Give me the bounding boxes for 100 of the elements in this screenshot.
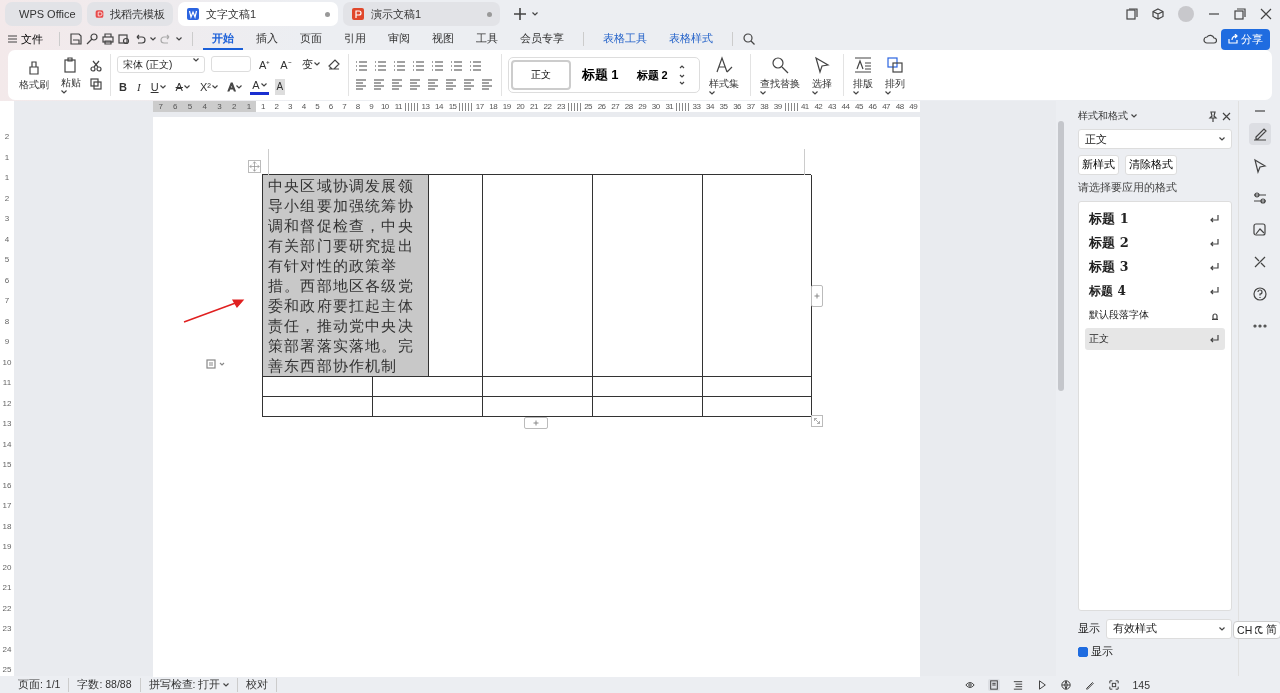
ribbon-tab[interactable]: 工具 bbox=[467, 28, 507, 50]
print-preview-icon[interactable] bbox=[118, 33, 130, 45]
font-style-button[interactable]: A bbox=[173, 78, 192, 95]
style-option[interactable]: 标题 2 bbox=[629, 60, 675, 90]
font-style-button[interactable]: U bbox=[148, 78, 168, 95]
ribbon-tab[interactable]: 视图 bbox=[423, 28, 463, 50]
style-item[interactable]: 默认段落字体 bbox=[1085, 304, 1226, 326]
restore-icon[interactable] bbox=[1234, 8, 1246, 20]
font-style-button[interactable]: A bbox=[250, 78, 269, 95]
outline-view-icon[interactable] bbox=[1012, 678, 1025, 691]
ribbon-tab[interactable]: 审阅 bbox=[379, 28, 419, 50]
font-button[interactable]: 变 bbox=[299, 56, 322, 72]
pen-icon[interactable] bbox=[1251, 126, 1268, 142]
numbered-list-icon[interactable] bbox=[373, 60, 387, 72]
find-replace-button[interactable]: 查找替换 bbox=[756, 55, 803, 95]
style-item[interactable]: 标题 1 bbox=[1085, 208, 1226, 230]
style-option[interactable]: 标题 1 bbox=[574, 60, 626, 90]
document-tab[interactable]: 文字文稿1 bbox=[178, 2, 338, 26]
window-icon[interactable] bbox=[1126, 8, 1138, 20]
print-icon[interactable] bbox=[102, 33, 114, 45]
pin-icon[interactable] bbox=[1207, 110, 1219, 122]
search-icon[interactable] bbox=[743, 33, 755, 45]
help-icon[interactable] bbox=[1251, 286, 1268, 302]
share-button[interactable]: 分享 bbox=[1221, 28, 1270, 50]
link-icon[interactable] bbox=[86, 33, 98, 45]
column-marker[interactable] bbox=[784, 102, 799, 111]
font-button[interactable]: A⁺ bbox=[257, 56, 273, 72]
input-method-badge[interactable]: CH 简 bbox=[1233, 621, 1280, 639]
ribbon-tab[interactable]: 引用 bbox=[335, 28, 375, 50]
close-icon[interactable] bbox=[1221, 110, 1233, 122]
select-button[interactable]: 选择 bbox=[808, 55, 835, 95]
ribbon-tab[interactable]: 表格样式 bbox=[660, 28, 722, 50]
table-cell[interactable] bbox=[483, 175, 593, 377]
scrollbar-thumb[interactable] bbox=[1058, 121, 1065, 391]
file-menu[interactable]: 文件 bbox=[8, 31, 49, 47]
document-tab[interactable]: 找稻壳模板 bbox=[87, 2, 173, 26]
border-icon[interactable] bbox=[468, 60, 482, 72]
cursor-icon[interactable] bbox=[1251, 158, 1268, 174]
eraser-icon[interactable] bbox=[327, 58, 340, 70]
style-dropdown[interactable]: 正文 bbox=[1078, 129, 1233, 149]
border-icon[interactable] bbox=[480, 78, 493, 90]
table-cell[interactable] bbox=[373, 377, 483, 397]
font-style-button[interactable]: A bbox=[274, 78, 286, 95]
fit-screen-icon[interactable] bbox=[1108, 678, 1121, 691]
table-cell[interactable] bbox=[263, 397, 373, 417]
font-style-button[interactable]: A bbox=[225, 78, 245, 95]
column-marker[interactable] bbox=[405, 102, 419, 111]
table-cell[interactable] bbox=[593, 377, 703, 397]
table-cell[interactable] bbox=[703, 397, 812, 417]
table-cell[interactable] bbox=[429, 175, 483, 377]
undo-icon[interactable] bbox=[134, 33, 146, 45]
font-style-button[interactable]: X² bbox=[197, 78, 220, 95]
ribbon-tab[interactable]: 表格工具 bbox=[594, 28, 656, 50]
document-tab[interactable]: WPS Office bbox=[5, 2, 82, 26]
panel-button[interactable]: 清除格式 bbox=[1125, 155, 1178, 175]
checkbox[interactable] bbox=[1078, 647, 1089, 657]
close-dot-icon[interactable] bbox=[487, 11, 492, 17]
align-center-icon[interactable] bbox=[372, 78, 385, 90]
indent-icon[interactable] bbox=[411, 60, 425, 72]
style-item[interactable]: 标题 2 bbox=[1085, 232, 1226, 254]
font-button[interactable]: A⁻ bbox=[278, 56, 294, 72]
column-marker[interactable] bbox=[459, 102, 473, 111]
image-icon[interactable] bbox=[1251, 222, 1268, 238]
table-cell[interactable] bbox=[263, 377, 373, 397]
document-tab[interactable]: 演示文稿1 bbox=[343, 2, 500, 26]
close-dot-icon[interactable] bbox=[325, 11, 330, 17]
panel-button[interactable]: 新样式 bbox=[1078, 155, 1120, 175]
distribute-icon[interactable] bbox=[426, 78, 439, 90]
text-direction-icon[interactable] bbox=[430, 60, 444, 72]
layout-button[interactable]: 排版 bbox=[849, 55, 876, 95]
fill-icon[interactable] bbox=[462, 78, 475, 90]
add-icon[interactable] bbox=[513, 7, 527, 21]
table-cell[interactable] bbox=[373, 397, 483, 417]
ribbon-tab[interactable]: 插入 bbox=[247, 28, 287, 50]
minimize-icon[interactable] bbox=[1253, 109, 1266, 113]
scissors-icon[interactable] bbox=[90, 60, 102, 72]
show-dropdown[interactable]: 有效样式 bbox=[1106, 619, 1233, 639]
table-cell[interactable] bbox=[593, 175, 703, 377]
spell-check-toggle[interactable]: 拼写检查: 打开 bbox=[140, 677, 239, 692]
align-right-icon[interactable] bbox=[390, 78, 403, 90]
table-cell[interactable] bbox=[703, 377, 812, 397]
globe-icon[interactable] bbox=[1060, 678, 1073, 691]
format-painter-button[interactable]: 格式刷 bbox=[16, 58, 52, 92]
style-option[interactable]: 正文 bbox=[510, 60, 571, 90]
table-cell[interactable]: 中央区域协调发展领导小组要加强统筹协调和督促检查，中央有关部门要研究提出有针对性的政策举措。西部地区各级党委和政府要扛起主体责任，推动党中央决策部署落实落地。完善东西部协作机制 bbox=[263, 175, 429, 377]
font-name-field[interactable]: 宋体 (正文) bbox=[117, 55, 205, 73]
sort-icon[interactable] bbox=[449, 60, 463, 72]
cloud-icon[interactable] bbox=[1203, 33, 1217, 45]
bullet-list-icon[interactable] bbox=[354, 60, 368, 72]
align-left-icon[interactable] bbox=[354, 78, 367, 90]
table-cell[interactable] bbox=[703, 175, 812, 377]
line-spacing-icon[interactable] bbox=[444, 78, 457, 90]
font-style-button[interactable]: B bbox=[117, 78, 129, 95]
table-cell[interactable] bbox=[593, 397, 703, 417]
proofread-button[interactable]: 校对 bbox=[238, 677, 278, 692]
cube-icon[interactable] bbox=[1152, 8, 1164, 20]
arrange-button[interactable]: 排列 bbox=[881, 55, 908, 95]
ribbon-tab[interactable]: 页面 bbox=[291, 28, 331, 50]
style-item[interactable]: 标题 4 bbox=[1085, 280, 1226, 302]
copy-icon[interactable] bbox=[90, 78, 102, 90]
